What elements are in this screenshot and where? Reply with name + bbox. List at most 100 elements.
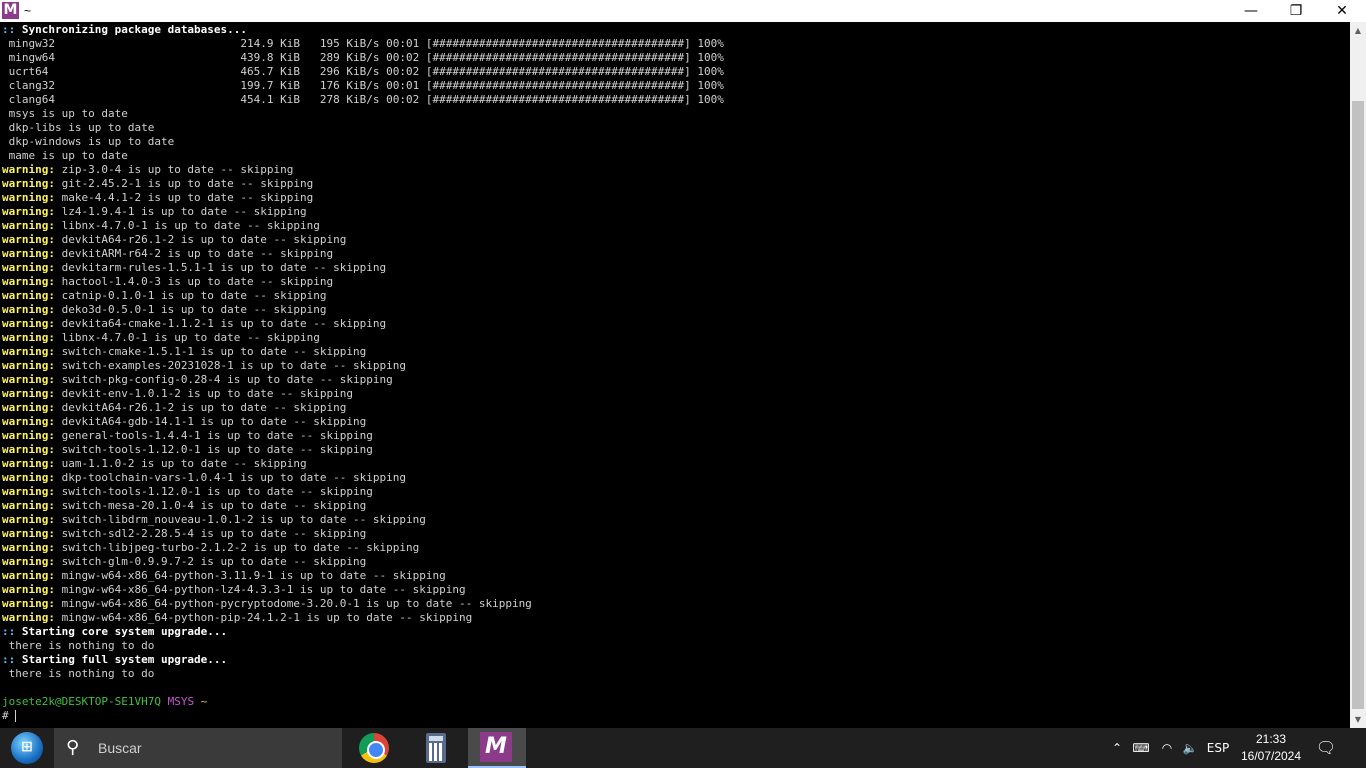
terminal-line-text: catnip-0.1.0-1 is up to date -- skipping	[54, 289, 327, 302]
terminal-line-text: devkitA64-r26.1-2 is up to date -- skipp…	[54, 401, 347, 414]
terminal-line-text: switch-pkg-config-0.28-4 is up to date -…	[54, 373, 393, 386]
terminal-line: warning: devkitA64-r26.1-2 is up to date…	[2, 233, 724, 247]
terminal-line-text: general-tools-1.4.4-1 is up to date -- s…	[54, 429, 373, 442]
chrome-center-icon	[367, 741, 385, 759]
warning-prefix: warning:	[2, 541, 55, 554]
terminal-line-text: Starting full system upgrade...	[15, 653, 228, 666]
terminal-line: warning: switch-tools-1.12.0-1 is up to …	[2, 485, 724, 499]
terminal-line: warning: switch-libdrm_nouveau-1.0.1-2 i…	[2, 513, 724, 527]
warning-prefix: warning:	[2, 191, 55, 204]
terminal-line: warning: devkitARM-r64-2 is up to date -…	[2, 247, 724, 261]
clock-date: 16/07/2024	[1240, 749, 1302, 763]
terminal-line: warning: dkp-toolchain-vars-1.0.4-1 is u…	[2, 471, 724, 485]
terminal-line: warning: lz4-1.9.4-1 is up to date -- sk…	[2, 205, 724, 219]
terminal-line: warning: switch-cmake-1.5.1-1 is up to d…	[2, 345, 724, 359]
terminal-line: mame is up to date	[2, 149, 724, 163]
terminal-line-text: switch-mesa-20.1.0-4 is up to date -- sk…	[54, 499, 367, 512]
input-method-icon[interactable]: ⌨	[1130, 738, 1152, 758]
windows-logo-icon: ⊞	[21, 739, 33, 755]
warning-prefix: warning:	[2, 289, 55, 302]
terminal-line-text: devkitA64-r26.1-2 is up to date -- skipp…	[54, 233, 347, 246]
terminal-line-text: mingw32 214.9 KiB 195 KiB/s 00:01 [#####…	[2, 37, 724, 50]
taskbar-app-calculator[interactable]	[406, 728, 464, 768]
warning-prefix: warning:	[2, 163, 55, 176]
scroll-down-arrow-icon[interactable]: ▼	[1350, 711, 1366, 728]
terminal-line: warning: devkitarm-rules-1.5.1-1 is up t…	[2, 261, 724, 275]
close-button[interactable]: ✕	[1319, 0, 1365, 22]
warning-prefix: warning:	[2, 331, 55, 344]
volume-icon[interactable]: 🔈	[1180, 738, 1200, 758]
warning-prefix: warning:	[2, 485, 55, 498]
terminal-line: :: Starting core system upgrade...	[2, 625, 724, 639]
minimize-button[interactable]: —	[1228, 0, 1274, 22]
window-title: ~	[24, 4, 32, 18]
terminal-line: warning: libnx-4.7.0-1 is up to date -- …	[2, 219, 724, 233]
system-clock[interactable]: 21:33 16/07/2024	[1236, 731, 1306, 765]
vertical-scrollbar[interactable]: ▲ ▼	[1350, 22, 1366, 728]
terminal-line: warning: git-2.45.2-1 is up to date -- s…	[2, 177, 724, 191]
scroll-up-arrow-icon[interactable]: ▲	[1350, 22, 1366, 39]
show-hidden-icons-chevron-icon[interactable]: ⌃	[1108, 738, 1126, 758]
taskbar-app-chrome[interactable]	[346, 728, 404, 768]
terminal-line-text: switch-cmake-1.5.1-1 is up to date -- sk…	[54, 345, 367, 358]
terminal-line-text: switch-tools-1.12.0-1 is up to date -- s…	[54, 485, 373, 498]
warning-prefix: warning:	[2, 247, 55, 260]
warning-prefix: warning:	[2, 317, 55, 330]
language-indicator[interactable]: ESP	[1204, 738, 1232, 758]
terminal-line: mingw64 439.8 KiB 289 KiB/s 00:02 [#####…	[2, 51, 724, 65]
input-line[interactable]: #	[2, 709, 724, 723]
msys2-app-icon[interactable]: M	[2, 2, 19, 19]
terminal-line-text: there is nothing to do	[2, 639, 155, 652]
terminal-line-text: ucrt64 465.7 KiB 296 KiB/s 00:02 [######…	[2, 65, 724, 78]
terminal-line: warning: mingw-w64-x86_64-python-pycrypt…	[2, 597, 724, 611]
section-prefix: ::	[2, 653, 16, 666]
terminal-line-text: deko3d-0.5.0-1 is up to date -- skipping	[54, 303, 327, 316]
terminal-line: mingw32 214.9 KiB 195 KiB/s 00:01 [#####…	[2, 37, 724, 51]
warning-prefix: warning:	[2, 373, 55, 386]
terminal-line: warning: deko3d-0.5.0-1 is up to date --…	[2, 303, 724, 317]
terminal-line: warning: switch-tools-1.12.0-1 is up to …	[2, 443, 724, 457]
warning-prefix: warning:	[2, 499, 55, 512]
terminal-line: warning: switch-glm-0.9.9.7-2 is up to d…	[2, 555, 724, 569]
terminal-line-text: devkita64-cmake-1.1.2-1 is up to date --…	[54, 317, 387, 330]
scrollbar-thumb[interactable]	[1352, 101, 1364, 709]
notification-center-icon[interactable]: 🗨	[1314, 736, 1338, 760]
terminal-line-text: devkitarm-rules-1.5.1-1 is up to date --…	[54, 261, 387, 274]
terminal-line-text: libnx-4.7.0-1 is up to date -- skipping	[54, 331, 320, 344]
terminal-output[interactable]: :: Synchronizing package databases... mi…	[0, 22, 1350, 728]
terminal-line: warning: catnip-0.1.0-1 is up to date --…	[2, 289, 724, 303]
warning-prefix: warning:	[2, 429, 55, 442]
terminal-line: warning: devkita64-cmake-1.1.2-1 is up t…	[2, 317, 724, 331]
terminal-line: warning: devkitA64-r26.1-2 is up to date…	[2, 401, 724, 415]
restore-button[interactable]: ❐	[1273, 0, 1319, 22]
terminal-line-text: switch-libdrm_nouveau-1.0.1-2 is up to d…	[54, 513, 426, 526]
terminal-line: dkp-libs is up to date	[2, 121, 724, 135]
terminal-line-text: dkp-toolchain-vars-1.0.4-1 is up to date…	[54, 471, 406, 484]
terminal-line: :: Synchronizing package databases...	[2, 23, 724, 37]
terminal-line-text: mame is up to date	[2, 149, 128, 162]
terminal-lines: :: Synchronizing package databases... mi…	[2, 23, 724, 723]
terminal-line: :: Starting full system upgrade...	[2, 653, 724, 667]
prompt-line: josete2k@DESKTOP-SE1VH7Q MSYS ~	[2, 695, 724, 709]
taskbar-app-msys2[interactable]: M	[468, 728, 526, 768]
clock-time: 21:33	[1255, 732, 1287, 746]
terminal-line-text: devkitA64-gdb-14.1-1 is up to date -- sk…	[54, 415, 367, 428]
search-placeholder: Buscar	[98, 740, 142, 756]
terminal-line: warning: switch-mesa-20.1.0-4 is up to d…	[2, 499, 724, 513]
terminal-line: msys is up to date	[2, 107, 724, 121]
terminal-line: warning: zip-3.0-4 is up to date -- skip…	[2, 163, 724, 177]
terminal-line: there is nothing to do	[2, 667, 724, 681]
window-title-bar[interactable]: M ~ — ❐ ✕	[0, 0, 1366, 22]
start-button[interactable]: ⊞	[0, 728, 54, 768]
warning-prefix: warning:	[2, 555, 55, 568]
prompt-path: ~	[200, 695, 208, 708]
taskbar-search-box[interactable]: ⚲ Buscar	[54, 728, 342, 768]
terminal-line: warning: switch-libjpeg-turbo-2.1.2-2 is…	[2, 541, 724, 555]
warning-prefix: warning:	[2, 443, 55, 456]
wifi-icon[interactable]: ◠	[1156, 738, 1178, 758]
terminal-line-text: mingw-w64-x86_64-python-pip-24.1.2-1 is …	[54, 611, 473, 624]
warning-prefix: warning:	[2, 471, 55, 484]
terminal-line-text: dkp-libs is up to date	[2, 121, 155, 134]
msys2-icon: M	[480, 732, 512, 762]
